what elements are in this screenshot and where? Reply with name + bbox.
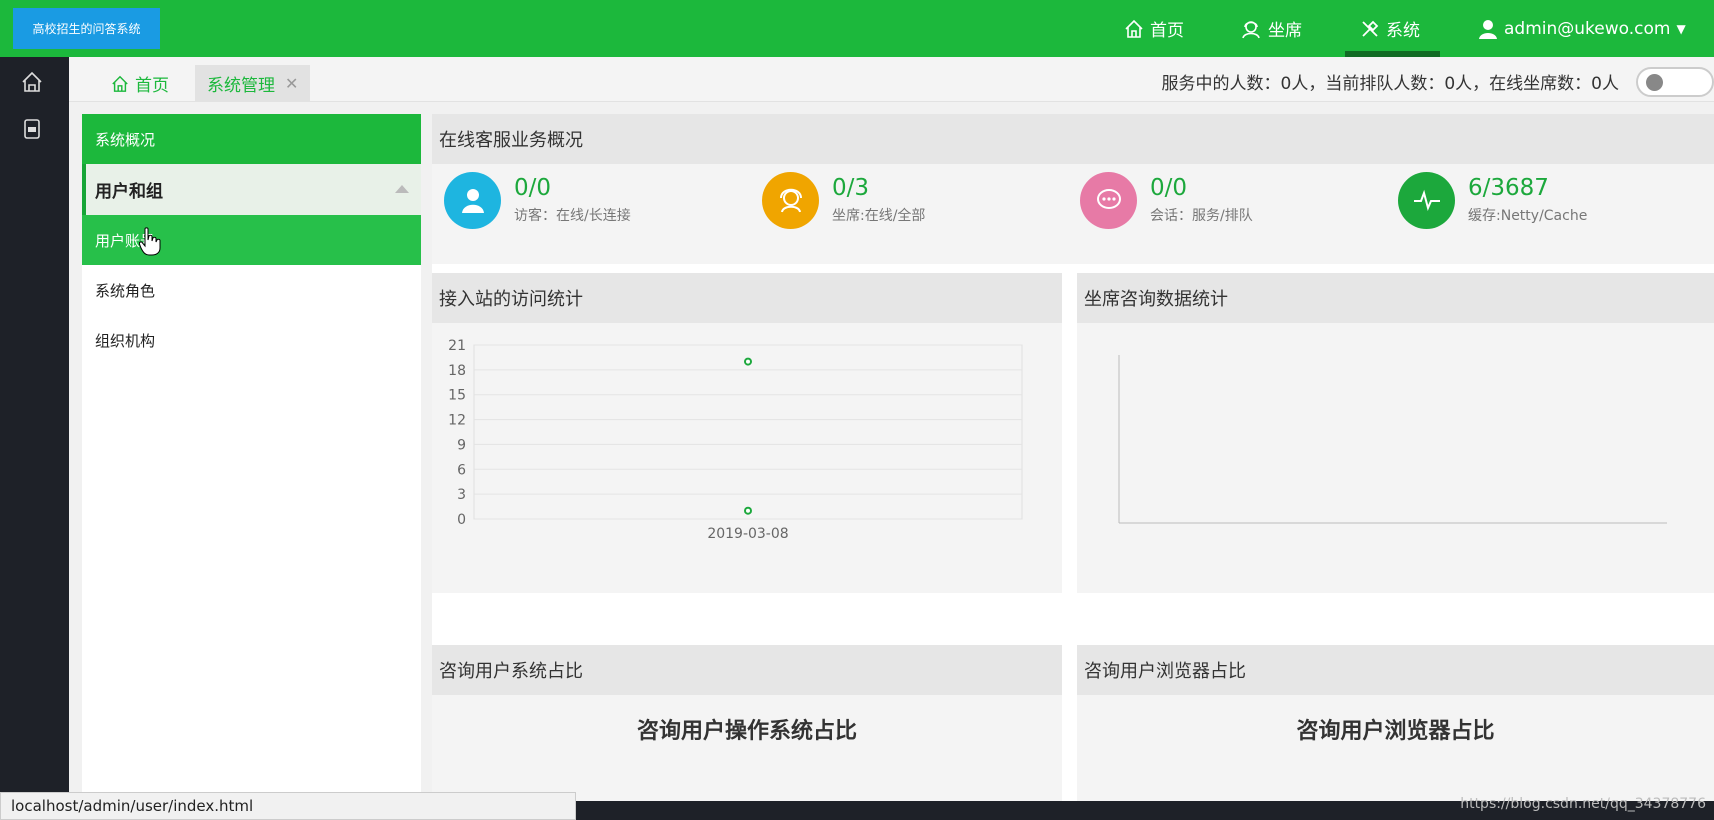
user-menu[interactable]: admin@ukewo.com ▼ bbox=[1478, 0, 1686, 57]
agent-stats-body bbox=[1077, 323, 1714, 593]
chevron-down-icon: ▼ bbox=[1676, 21, 1686, 36]
home-icon[interactable] bbox=[20, 70, 44, 94]
browser-share-chart-title: 咨询用户浏览器占比 bbox=[1296, 719, 1495, 744]
tab-home-label: 首页 bbox=[135, 76, 169, 96]
system-sidebar: 系统概况 用户和组 用户账号 系统角色 组织机构 bbox=[82, 114, 421, 801]
nav-home-label: 首页 bbox=[1150, 21, 1184, 41]
top-navbar: 高校招生的问答系统 首页 坐席 系统 admin@ukewo.com ▼ bbox=[0, 0, 1714, 57]
nav-home[interactable]: 首页 bbox=[1124, 0, 1184, 57]
nav-agent[interactable]: 坐席 bbox=[1240, 0, 1302, 57]
y-tick-label: 9 bbox=[457, 437, 466, 453]
browser-share-title: 咨询用户浏览器占比 bbox=[1077, 645, 1714, 695]
chat-icon bbox=[1080, 171, 1137, 229]
y-tick-label: 21 bbox=[448, 338, 466, 354]
left-rail bbox=[0, 57, 69, 820]
toggle-knob bbox=[1646, 74, 1663, 91]
stat-visitors: 0/0 访客：在线/长连接 bbox=[444, 170, 631, 230]
stat-agents-value: 0/3 bbox=[832, 175, 870, 201]
browser-status-url: localhost/admin/user/index.html bbox=[0, 792, 576, 820]
y-tick-label: 3 bbox=[457, 487, 466, 503]
close-icon[interactable]: ✕ bbox=[285, 74, 298, 93]
tab-home[interactable]: 首页 bbox=[99, 65, 181, 102]
visit-stats-chart: 0 3 6 9 12 15 18 21 2019-03-08 bbox=[448, 338, 1023, 542]
os-share-chart-title: 咨询用户操作系统占比 bbox=[636, 719, 857, 744]
nav-system[interactable]: 系统 bbox=[1360, 0, 1420, 57]
nav-agent-label: 坐席 bbox=[1268, 21, 1302, 41]
os-share-title: 咨询用户系统占比 bbox=[432, 645, 1062, 695]
tab-system-management-label: 系统管理 bbox=[207, 76, 275, 96]
y-tick-label: 15 bbox=[448, 388, 466, 404]
visit-stats-body: 0 3 6 9 12 15 18 21 2019-03-08 bbox=[432, 323, 1062, 593]
agent-stats-title: 坐席咨询数据统计 bbox=[1077, 273, 1714, 323]
stat-cache: 6/3687 缓存:Netty/Cache bbox=[1398, 170, 1587, 230]
stat-cache-value: 6/3687 bbox=[1468, 175, 1549, 201]
home-icon bbox=[1125, 19, 1143, 38]
caret-up-icon bbox=[395, 185, 409, 193]
agent-status-toggle[interactable] bbox=[1636, 67, 1714, 97]
agent-stats-chart bbox=[1118, 355, 1667, 524]
overview-title: 在线客服业务概况 bbox=[432, 114, 1714, 164]
home-icon bbox=[112, 75, 128, 92]
nav-system-label: 系统 bbox=[1386, 21, 1420, 41]
browser-share-body bbox=[1077, 695, 1714, 801]
y-tick-label: 6 bbox=[457, 462, 466, 478]
stat-sessions-value: 0/0 bbox=[1150, 175, 1188, 201]
stat-cache-label: 缓存:Netty/Cache bbox=[1468, 208, 1588, 224]
agent-icon bbox=[1242, 20, 1260, 38]
sidebar-item-roles[interactable]: 系统角色 bbox=[82, 265, 421, 315]
tab-bar: 首页 系统管理 ✕ 服务中的人数：0人，当前排队人数：0人，在线坐席数：0人 bbox=[69, 57, 1714, 102]
watermark: https://blog.csdn.net/qq_34378776 bbox=[1460, 796, 1706, 812]
os-share-body bbox=[432, 695, 1062, 801]
data-point bbox=[744, 506, 752, 515]
sidebar-group-users[interactable]: 用户和组 bbox=[82, 164, 421, 215]
headset-icon bbox=[762, 171, 819, 229]
x-tick-label: 2019-03-08 bbox=[707, 526, 788, 542]
visit-stats-title: 接入站的访问统计 bbox=[432, 273, 1062, 323]
service-status: 服务中的人数：0人，当前排队人数：0人，在线坐席数：0人 bbox=[1161, 74, 1619, 94]
stat-visitors-value: 0/0 bbox=[514, 175, 552, 201]
y-tick-label: 0 bbox=[457, 512, 466, 528]
stat-visitors-label: 访客：在线/长连接 bbox=[514, 208, 631, 224]
app-logo[interactable]: 高校招生的问答系统 bbox=[13, 8, 160, 49]
stat-sessions-label: 会话：服务/排队 bbox=[1150, 208, 1253, 224]
sidebar-item-overview[interactable]: 系统概况 bbox=[82, 114, 421, 164]
stat-agents-label: 坐席:在线/全部 bbox=[832, 208, 926, 224]
tab-system-management[interactable]: 系统管理 ✕ bbox=[195, 65, 311, 102]
sidebar-item-organization[interactable]: 组织机构 bbox=[82, 315, 421, 365]
dashboard-content: 在线客服业务概况 0/0 访客：在线/长连接 0/3 坐席:在线/全部 0/0 会话：… bbox=[432, 114, 1714, 801]
y-tick-label: 18 bbox=[448, 363, 466, 379]
stat-agents: 0/3 坐席:在线/全部 bbox=[762, 170, 925, 230]
user-email: admin@ukewo.com bbox=[1504, 18, 1671, 39]
sidebar-group-label: 用户和组 bbox=[95, 182, 163, 202]
document-icon[interactable] bbox=[20, 117, 44, 141]
sidebar-item-user-accounts[interactable]: 用户账号 bbox=[82, 215, 421, 265]
stat-sessions: 0/0 会话：服务/排队 bbox=[1080, 170, 1253, 230]
main-area: 首页 系统管理 ✕ 服务中的人数：0人，当前排队人数：0人，在线坐席数：0人 系… bbox=[69, 57, 1714, 801]
y-tick-label: 12 bbox=[448, 413, 466, 429]
data-point bbox=[744, 357, 752, 366]
tools-icon bbox=[1362, 20, 1379, 37]
user-icon bbox=[444, 171, 501, 229]
hand-cursor-icon bbox=[139, 227, 161, 256]
plot-area bbox=[473, 344, 1023, 520]
pulse-icon bbox=[1398, 171, 1455, 229]
user-icon bbox=[1479, 19, 1497, 39]
